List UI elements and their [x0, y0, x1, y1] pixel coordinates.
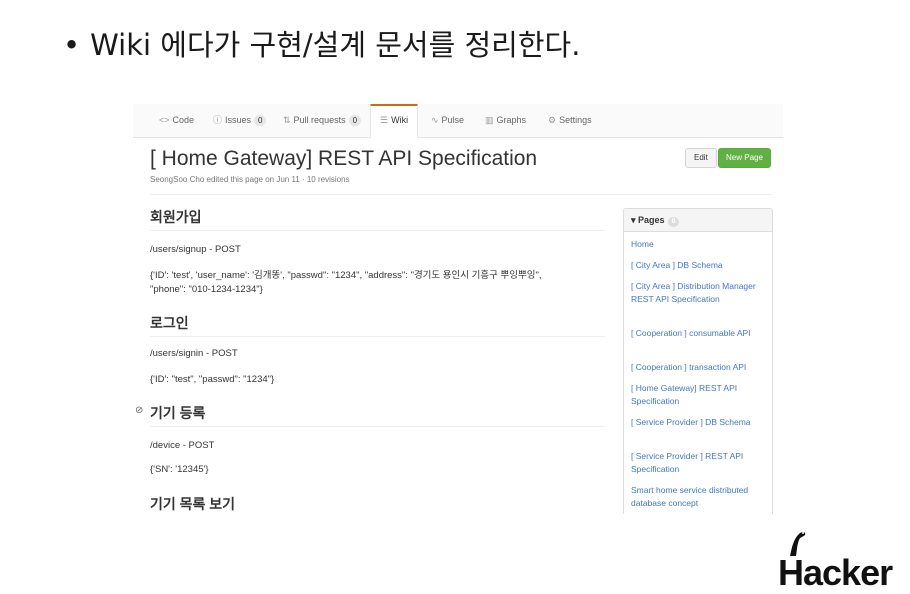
issue-icon: ⓘ — [213, 115, 223, 125]
tab-graphs[interactable]: ▥ Graphs — [485, 104, 526, 137]
sidebar-page-link[interactable]: [ Cooperation ] consumable API — [631, 327, 769, 340]
tab-label: Graphs — [496, 115, 527, 125]
slide-title: • Wiki 에다가 구현/설계 문서를 정리한다. — [63, 22, 580, 64]
graph-icon: ▥ — [485, 115, 494, 125]
sidebar-page-link[interactable]: [ City Area ] DB Schema — [631, 259, 769, 272]
heading-signup: 회원가입 — [150, 209, 202, 225]
tab-label: Wiki — [391, 115, 409, 125]
new-page-button[interactable]: New Page — [718, 148, 771, 168]
heading-rule — [150, 426, 605, 427]
caret-down-icon: ▾ — [631, 215, 636, 225]
signin-body: {'ID': "test", "passwd": "1234"} — [150, 374, 275, 385]
tab-wiki[interactable]: ☰ Wiki — [370, 104, 419, 138]
tab-label: Settings — [559, 115, 592, 125]
tab-label: Pulse — [441, 115, 465, 125]
signup-body-line2: "phone": "010-1234-1234"} — [150, 284, 263, 295]
heading-signin: 로그인 — [150, 315, 189, 331]
page-title: [ Home Gateway] REST API Specification — [150, 147, 538, 170]
link-icon[interactable]: ⊘ — [135, 405, 143, 416]
heading-rule — [150, 230, 605, 231]
wiki-screenshot: <> Code ⓘ Issues 0 ⇅ Pull requests 0 ☰ Wiki ∿ P… — [133, 104, 783, 514]
sidebar-page-link[interactable]: Smart home service distributed database … — [631, 484, 769, 510]
tab-pulse[interactable]: ∿ Pulse — [431, 104, 464, 137]
sidebar-page-link[interactable]: [ Service Provider ] DB Schema — [631, 416, 769, 429]
heading-device-list: 기기 목록 보기 — [150, 496, 236, 512]
pull-requests-count-badge: 0 — [348, 115, 362, 126]
header-divider — [150, 194, 772, 195]
sidebar-page-link[interactable]: [ City Area ] Distribution Manager REST … — [631, 280, 769, 306]
pages-sidebar: ▾ Pages 0 Home [ City Area ] DB Schema [ … — [623, 208, 773, 514]
book-icon: ☰ — [380, 115, 389, 125]
pages-count-badge: 0 — [667, 217, 680, 227]
tab-label: Pull requests — [293, 115, 346, 125]
code-icon: <> — [159, 115, 170, 125]
sidebar-page-link[interactable]: Home — [631, 238, 769, 251]
heading-rule — [150, 336, 605, 337]
device-register-endpoint: /device - POST — [150, 440, 215, 451]
slide-title-text: Wiki 에다가 구현/설계 문서를 정리한다. — [90, 28, 581, 62]
heading-device-register: 기기 등록 — [150, 405, 206, 421]
signup-body-line1: {'ID': 'test', 'user_name': '김개똥', "pass… — [150, 270, 542, 281]
logo-text: Hacker — [778, 552, 893, 593]
gear-icon: ⚙ — [548, 115, 557, 125]
edit-button[interactable]: Edit — [685, 148, 717, 168]
tab-code[interactable]: <> Code — [159, 104, 194, 137]
sidebar-page-link[interactable]: [ Home Gateway] REST API Specification — [631, 382, 769, 408]
sidebar-page-link[interactable]: [ Cooperation ] transaction API — [631, 361, 769, 374]
tab-label: Issues — [225, 115, 252, 125]
hacker-logo: Hacker — [778, 531, 908, 593]
tab-label: Code — [172, 115, 195, 125]
sidebar-page-link[interactable]: [ Service Provider ] REST API Specificat… — [631, 450, 769, 476]
tab-pull-requests[interactable]: ⇅ Pull requests 0 — [283, 104, 362, 137]
pages-header[interactable]: ▾ Pages 0 — [624, 209, 772, 232]
issues-count-badge: 0 — [254, 115, 267, 126]
signup-endpoint: /users/signup - POST — [150, 244, 241, 255]
bullet: • — [63, 28, 81, 62]
signin-endpoint: /users/signin - POST — [150, 348, 238, 359]
pull-request-icon: ⇅ — [283, 115, 291, 125]
device-register-body: {'SN': '12345'} — [150, 464, 209, 475]
pulse-icon: ∿ — [431, 115, 439, 125]
page-meta: SeongSoo Cho edited this page on Jun 11 … — [150, 175, 350, 184]
repo-tabs: <> Code ⓘ Issues 0 ⇅ Pull requests 0 ☰ Wiki ∿ P… — [133, 104, 783, 138]
tab-issues[interactable]: ⓘ Issues 0 — [213, 104, 267, 137]
tab-settings[interactable]: ⚙ Settings — [548, 104, 592, 137]
pages-title: Pages — [638, 215, 665, 225]
